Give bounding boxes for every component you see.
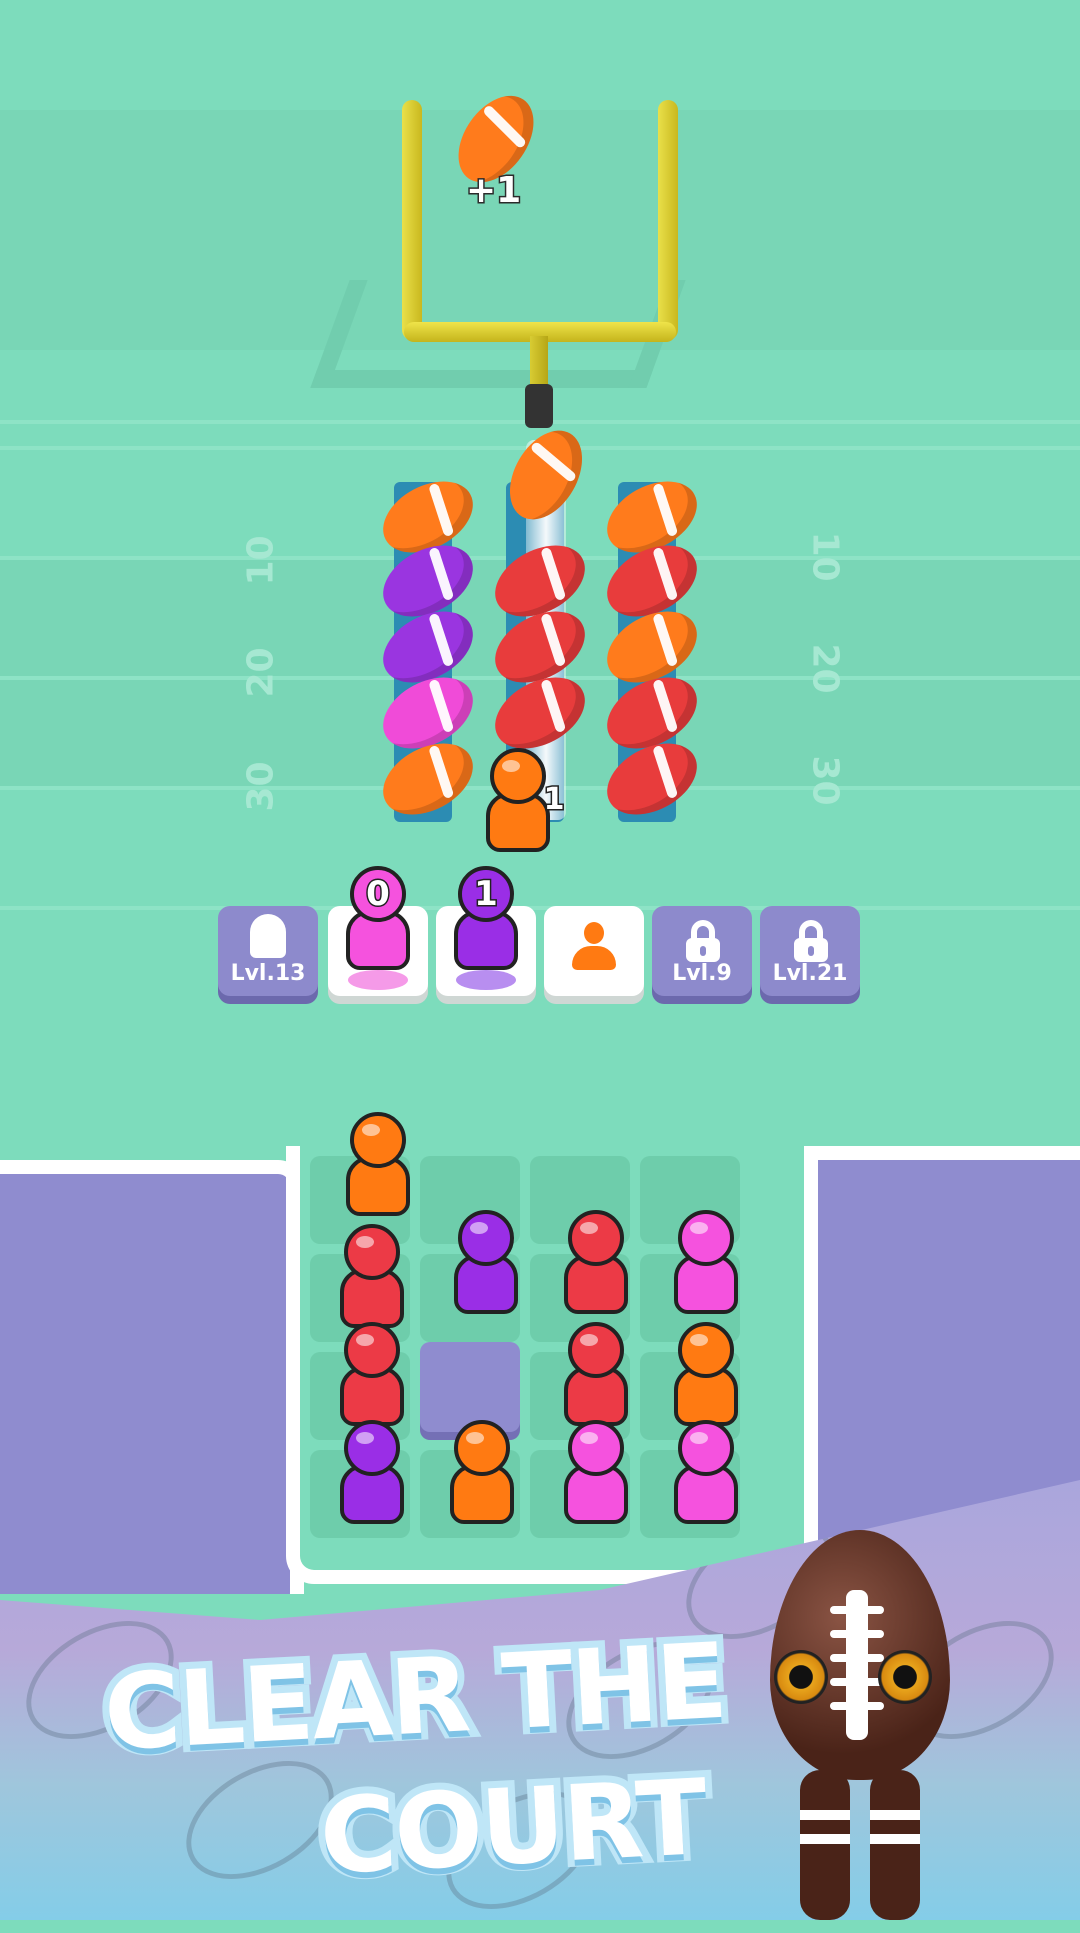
goal-post-stem [530, 336, 548, 386]
football-mascot [760, 1520, 960, 1920]
user-icon [572, 922, 616, 974]
player-count: 1 [473, 873, 500, 916]
queued-player-purple: 1 [446, 866, 526, 976]
queued-player-pink: 0 [338, 866, 418, 976]
score-popup: +1 [464, 169, 522, 213]
slot-level-label: Lvl.9 [672, 961, 732, 986]
court-player-pink[interactable] [556, 1420, 636, 1530]
yard-number: 20 [240, 647, 282, 698]
launching-player: 1 [478, 748, 566, 858]
court-player-pink[interactable] [666, 1420, 746, 1530]
slot-occupied-pink[interactable]: 0 [328, 866, 428, 996]
banner-title-line-2: COURT [310, 1749, 715, 1905]
goal-post-left-upright [402, 100, 422, 340]
court-player-orange[interactable] [338, 1112, 418, 1222]
court-player-red[interactable] [556, 1210, 636, 1320]
court-player-red[interactable] [332, 1224, 412, 1334]
lock-icon [686, 920, 720, 962]
mascot-eye [878, 1650, 932, 1704]
court-player-red[interactable] [332, 1322, 412, 1432]
court-player-purple[interactable] [446, 1210, 526, 1320]
lock-icon [250, 914, 286, 958]
court-player-pink[interactable] [666, 1210, 746, 1320]
yard-number: 20 [804, 643, 846, 694]
yard-number: 30 [804, 755, 846, 806]
court-wing-left [0, 1160, 304, 1594]
yard-line [0, 906, 1080, 910]
court-player-purple[interactable] [332, 1420, 412, 1530]
slot-occupied-purple[interactable]: 1 [436, 866, 536, 996]
player-count: 1 [542, 781, 566, 819]
mascot-leg [870, 1770, 920, 1920]
lock-icon [794, 920, 828, 962]
slot-empty[interactable] [544, 906, 644, 996]
goal-post-right-upright [658, 100, 678, 340]
slot-level-label: Lvl.13 [230, 961, 306, 986]
court-player-orange[interactable] [442, 1420, 522, 1530]
goal-post-base [525, 384, 553, 428]
yard-number: 30 [240, 761, 282, 812]
slot-level-label: Lvl.21 [772, 961, 848, 986]
slot-locked-lvl9[interactable]: Lvl.9 [652, 906, 752, 996]
mascot-leg [800, 1770, 850, 1920]
mascot-eye [774, 1650, 828, 1704]
slot-locked-lvl13[interactable]: Lvl.13 [218, 906, 318, 996]
slot-locked-lvl21[interactable]: Lvl.21 [760, 906, 860, 996]
court-player-red[interactable] [556, 1322, 636, 1432]
court-hole [420, 1342, 520, 1432]
yard-number: 10 [804, 531, 846, 582]
yard-number: 10 [240, 535, 282, 586]
court-player-orange[interactable] [666, 1322, 746, 1432]
player-count: 0 [365, 873, 392, 916]
